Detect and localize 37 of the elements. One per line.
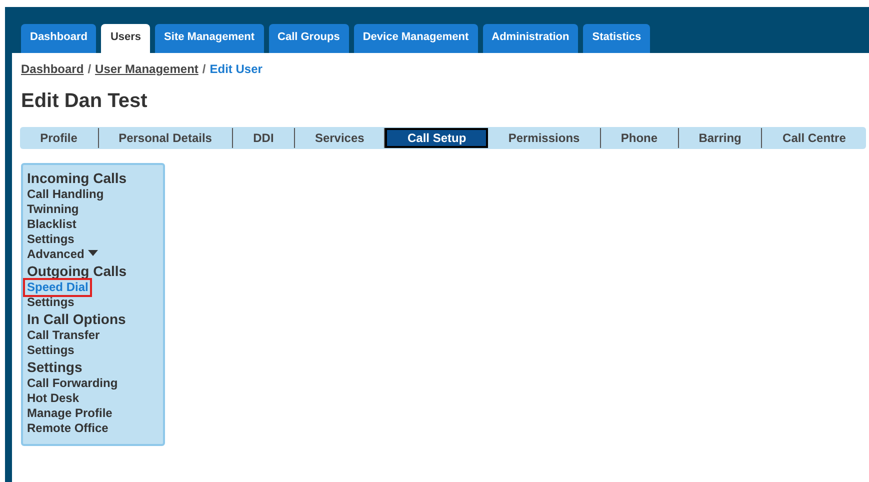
sidebar-heading: Settings (27, 359, 84, 376)
sidebar-heading: Outgoing Calls (27, 263, 128, 280)
sidebar-link[interactable]: Settings (25, 343, 76, 358)
sidebar-link[interactable]: Call Forwarding (25, 376, 120, 391)
breadcrumb-separator: / (88, 62, 92, 76)
sidebar-link[interactable]: Manage Profile (25, 406, 114, 421)
sidebar-link[interactable]: Hot Desk (25, 391, 82, 406)
breadcrumb-link[interactable]: Dashboard (21, 62, 84, 76)
nav-tab[interactable]: Users (101, 24, 150, 53)
breadcrumb-separator: / (202, 62, 206, 76)
sidebar-link[interactable]: Twinning (25, 202, 81, 217)
sidebar-link[interactable]: Blacklist (25, 217, 78, 232)
sidebar-link[interactable]: Call Handling (25, 187, 106, 202)
sidebar-link[interactable]: Settings (25, 295, 76, 310)
sub-tab[interactable]: Phone (600, 128, 679, 148)
sidebar-link[interactable]: Remote Office (25, 421, 110, 436)
nav-tab[interactable]: Dashboard (21, 24, 96, 53)
page-title: Edit Dan Test (21, 89, 148, 113)
sidebar-heading: In Call Options (27, 311, 127, 328)
sub-tab[interactable]: Permissions (488, 128, 601, 148)
sidebar-link[interactable]: Call Transfer (25, 328, 102, 343)
nav-tab[interactable]: Call Groups (268, 24, 349, 53)
sub-tab[interactable]: DDI (233, 128, 295, 148)
sidebar-link[interactable]: Settings (25, 232, 76, 247)
sidebar-heading: Incoming Calls (27, 170, 128, 187)
breadcrumb-current: Edit User (210, 62, 262, 76)
breadcrumb-link[interactable]: User Management (95, 62, 198, 76)
sub-tab[interactable]: Profile (20, 128, 98, 148)
sub-tab[interactable]: Call Setup (385, 128, 488, 148)
nav-tab[interactable]: Statistics (583, 24, 650, 53)
nav-tab[interactable]: Device Management (354, 24, 478, 53)
sub-tab[interactable]: Call Centre (762, 128, 866, 148)
sub-tab[interactable]: Barring (678, 128, 762, 148)
sub-tab[interactable]: Personal Details (98, 128, 234, 148)
nav-tab[interactable]: Site Management (155, 24, 264, 53)
nav-tab[interactable]: Administration (482, 24, 578, 53)
sidebar-link[interactable]: Advanced (25, 247, 100, 262)
